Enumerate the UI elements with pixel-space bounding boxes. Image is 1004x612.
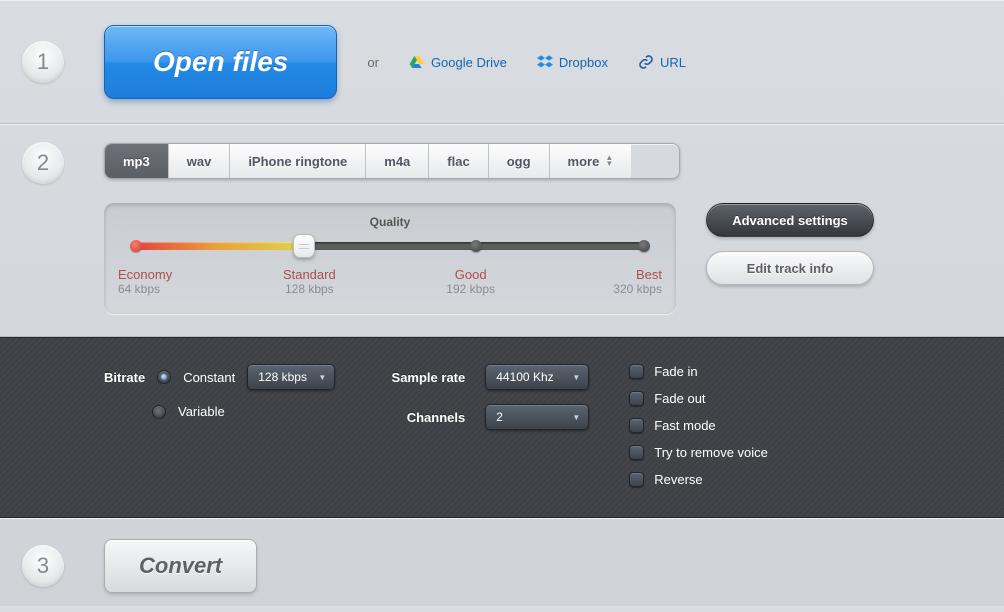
bitrate-select[interactable]: 128 kbps (247, 364, 335, 390)
google-drive-link[interactable]: Google Drive (409, 54, 507, 70)
google-drive-label: Google Drive (431, 55, 507, 70)
advanced-settings-button[interactable]: Advanced settings (706, 203, 874, 237)
step-3-panel: 3 Convert (0, 518, 1004, 612)
tab-mp3[interactable]: mp3 (105, 144, 169, 178)
tab-m4a[interactable]: m4a (366, 144, 429, 178)
tab-more-label: more (568, 154, 600, 169)
format-tabs: mp3 wav iPhone ringtone m4a flac ogg mor… (104, 143, 680, 179)
tick-economy: Economy64 kbps (118, 267, 178, 296)
bitrate-label: Bitrate (104, 370, 145, 385)
channels-label: Channels (375, 410, 465, 425)
step-3-badge: 3 (22, 545, 64, 587)
side-buttons: Advanced settings Edit track info (706, 203, 874, 285)
reverse-label: Reverse (654, 472, 702, 487)
fade-in-label: Fade in (654, 364, 697, 379)
bitrate-constant-radio[interactable] (157, 370, 171, 384)
url-label: URL (660, 55, 686, 70)
slider-fill (132, 242, 304, 250)
quality-slider[interactable] (132, 239, 648, 253)
samplerate-select[interactable]: 44100 Khz (485, 364, 589, 390)
slider-stop-best (638, 240, 650, 252)
tab-wav[interactable]: wav (169, 144, 231, 178)
dropbox-link[interactable]: Dropbox (537, 54, 608, 70)
fast-mode-label: Fast mode (654, 418, 715, 433)
fade-out-label: Fade out (654, 391, 705, 406)
tick-good: Good192 kbps (441, 267, 501, 296)
google-drive-icon (409, 54, 425, 70)
or-text: or (367, 55, 379, 70)
remove-voice-checkbox[interactable] (629, 445, 644, 460)
quality-title: Quality (132, 215, 648, 229)
fast-mode-checkbox[interactable] (629, 418, 644, 433)
step-2-panel: 2 mp3 wav iPhone ringtone m4a flac ogg m… (0, 124, 1004, 337)
updown-icon: ▲▼ (605, 155, 613, 167)
bitrate-constant-label: Constant (183, 370, 235, 385)
samplerate-label: Sample rate (375, 370, 465, 385)
tick-standard: Standard128 kbps (279, 267, 339, 296)
quality-box: Quality Economy64 kbps Standard128 kbps … (104, 203, 676, 314)
convert-button[interactable]: Convert (104, 539, 257, 593)
reverse-checkbox[interactable] (629, 472, 644, 487)
tab-more[interactable]: more ▲▼ (550, 144, 632, 178)
open-files-button[interactable]: Open files (104, 25, 337, 99)
remove-voice-label: Try to remove voice (654, 445, 768, 460)
tick-best: Best320 kbps (602, 267, 662, 296)
step-2-badge: 2 (22, 142, 64, 184)
dropbox-icon (537, 54, 553, 70)
fade-out-checkbox[interactable] (629, 391, 644, 406)
advanced-panel: Bitrate Constant 128 kbps Variable Sampl… (0, 337, 1004, 518)
quality-ticks: Economy64 kbps Standard128 kbps Good192 … (132, 267, 648, 296)
bitrate-variable-label: Variable (178, 404, 225, 419)
slider-stop-good (470, 240, 482, 252)
dropbox-label: Dropbox (559, 55, 608, 70)
bitrate-variable-radio[interactable] (152, 405, 166, 419)
step-1-badge: 1 (22, 41, 64, 83)
step-1-panel: 1 Open files or Google Drive Dropbox URL (0, 0, 1004, 124)
edit-track-info-button[interactable]: Edit track info (706, 251, 874, 285)
slider-stop-economy (130, 240, 142, 252)
url-link[interactable]: URL (638, 54, 686, 70)
slider-thumb[interactable] (293, 234, 315, 258)
fade-in-checkbox[interactable] (629, 364, 644, 379)
tab-iphone-ringtone[interactable]: iPhone ringtone (230, 144, 366, 178)
link-icon (638, 54, 654, 70)
tab-flac[interactable]: flac (429, 144, 488, 178)
tab-ogg[interactable]: ogg (489, 144, 550, 178)
channels-select[interactable]: 2 (485, 404, 589, 430)
